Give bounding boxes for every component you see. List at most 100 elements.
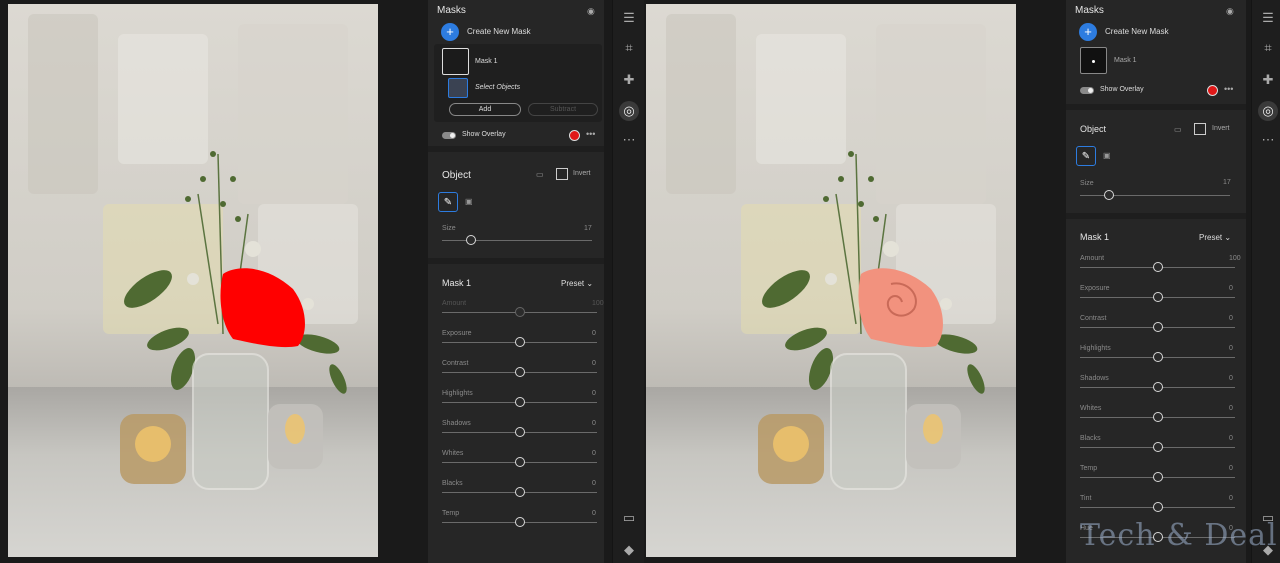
size-value: 17 bbox=[1223, 179, 1231, 186]
slider-knob[interactable] bbox=[1152, 412, 1163, 422]
slider-value: 0 bbox=[592, 390, 596, 397]
slider-knob[interactable] bbox=[1152, 502, 1163, 512]
mask-item-label[interactable]: Mask 1 bbox=[475, 58, 498, 65]
adjustment-slider[interactable] bbox=[442, 367, 597, 377]
comment-icon[interactable]: ▭ bbox=[619, 508, 639, 528]
slider-label: Highlights bbox=[442, 390, 473, 397]
slider-knob[interactable] bbox=[514, 397, 525, 407]
create-new-mask-button[interactable]: Create New Mask bbox=[467, 27, 531, 36]
slider-knob[interactable] bbox=[514, 367, 525, 377]
adjustment-slider[interactable] bbox=[1080, 322, 1235, 332]
more-icon[interactable]: ••• bbox=[1224, 84, 1233, 94]
preset-label: Preset bbox=[561, 279, 585, 288]
slider-value: 0 bbox=[1229, 435, 1233, 442]
adjustment-slider[interactable] bbox=[1080, 502, 1235, 512]
invert-icon[interactable] bbox=[1194, 123, 1206, 135]
crop-icon[interactable]: ⌗ bbox=[1258, 38, 1278, 58]
size-slider[interactable] bbox=[1080, 190, 1230, 200]
sliders-icon[interactable]: ☰ bbox=[619, 8, 639, 28]
adjustment-slider[interactable] bbox=[1080, 382, 1235, 392]
slider-knob[interactable] bbox=[1152, 292, 1163, 302]
overlay-color-swatch[interactable] bbox=[1207, 85, 1218, 96]
mask-title: Mask 1 bbox=[1080, 232, 1110, 242]
adjustment-slider[interactable] bbox=[1080, 412, 1235, 422]
comment-icon[interactable]: ▭ bbox=[1174, 125, 1182, 134]
slider-knob[interactable] bbox=[1152, 262, 1163, 272]
bandage-icon[interactable]: ✚ bbox=[619, 70, 639, 90]
adjustment-slider[interactable] bbox=[1080, 442, 1235, 452]
sliders-icon[interactable]: ☰ bbox=[1258, 8, 1278, 28]
subtract-button[interactable]: Subtract bbox=[528, 103, 598, 116]
show-overlay-toggle[interactable] bbox=[442, 132, 456, 139]
more-icon[interactable]: ⋯ bbox=[619, 130, 639, 150]
preset-dropdown[interactable]: Preset ⌄ bbox=[1199, 233, 1231, 242]
eye-icon[interactable]: ◉ bbox=[1226, 6, 1234, 17]
slider-knob[interactable] bbox=[1152, 322, 1163, 332]
adjustment-slider[interactable] bbox=[1080, 262, 1235, 272]
invert-icon[interactable] bbox=[556, 168, 568, 180]
slider-value: 0 bbox=[1229, 465, 1233, 472]
select-objects-thumbnail[interactable] bbox=[448, 78, 468, 98]
adjustment-slider[interactable] bbox=[442, 397, 597, 407]
brush-icon[interactable]: ✎ bbox=[438, 192, 458, 212]
eye-icon[interactable]: ◉ bbox=[587, 6, 595, 17]
mask-item-label[interactable]: Mask 1 bbox=[1114, 57, 1137, 64]
bandage-icon[interactable]: ✚ bbox=[1258, 70, 1278, 90]
adjustment-slider[interactable] bbox=[442, 487, 597, 497]
mask-title: Mask 1 bbox=[442, 278, 472, 288]
slider-knob[interactable] bbox=[1152, 352, 1163, 362]
photo-left[interactable] bbox=[8, 4, 378, 557]
adjustment-slider[interactable] bbox=[442, 427, 597, 437]
slider-value: 0 bbox=[1229, 375, 1233, 382]
invert-label[interactable]: Invert bbox=[1212, 125, 1230, 132]
plus-icon[interactable]: + bbox=[1079, 23, 1097, 41]
adjustment-slider[interactable] bbox=[442, 337, 597, 347]
overlay-color-swatch[interactable] bbox=[569, 130, 580, 141]
slider-knob[interactable] bbox=[514, 487, 525, 497]
slider-knob[interactable] bbox=[1152, 472, 1163, 482]
add-button[interactable]: Add bbox=[449, 103, 521, 116]
app-window: Masks ◉ + Create New Mask Mask 1 Select … bbox=[0, 0, 1280, 563]
mask-icon[interactable]: ◎ bbox=[1258, 101, 1278, 121]
crop-icon[interactable]: ⌗ bbox=[619, 38, 639, 58]
slider-label: Shadows bbox=[442, 420, 471, 427]
adjustment-slider[interactable] bbox=[1080, 292, 1235, 302]
object-title: Object bbox=[442, 170, 471, 181]
slider-knob[interactable] bbox=[1152, 442, 1163, 452]
slider-knob[interactable] bbox=[1152, 382, 1163, 392]
chevron-down-icon: ⌄ bbox=[1224, 233, 1232, 242]
tool-rail-left: ☰ ⌗ ✚ ◎ ⋯ ▭ ◆ bbox=[612, 0, 644, 563]
select-objects-label[interactable]: Select Objects bbox=[475, 84, 520, 91]
adjustment-slider[interactable] bbox=[442, 457, 597, 467]
tag-icon[interactable]: ◆ bbox=[619, 540, 639, 560]
slider-knob[interactable] bbox=[514, 517, 525, 527]
erase-icon[interactable]: ▣ bbox=[1103, 151, 1111, 160]
invert-label[interactable]: Invert bbox=[573, 170, 591, 177]
mask-thumbnail[interactable] bbox=[1080, 47, 1107, 74]
brush-icon[interactable]: ✎ bbox=[1076, 146, 1096, 166]
erase-icon[interactable]: ▣ bbox=[465, 197, 473, 206]
object-title: Object bbox=[1080, 124, 1107, 134]
more-icon[interactable]: ⋯ bbox=[1258, 130, 1278, 150]
mask-icon[interactable]: ◎ bbox=[619, 101, 639, 121]
slider-knob[interactable] bbox=[514, 427, 525, 437]
size-value: 17 bbox=[584, 225, 592, 232]
comment-icon[interactable]: ▭ bbox=[536, 170, 544, 179]
plus-icon[interactable]: + bbox=[441, 23, 459, 41]
create-new-mask-button[interactable]: Create New Mask bbox=[1105, 27, 1169, 36]
preset-dropdown[interactable]: Preset ⌄ bbox=[561, 279, 593, 288]
more-icon[interactable]: ••• bbox=[586, 129, 595, 139]
adjustment-slider[interactable] bbox=[1080, 352, 1235, 362]
slider-knob[interactable] bbox=[514, 457, 525, 467]
adjustment-slider[interactable] bbox=[1080, 472, 1235, 482]
adjustment-slider[interactable] bbox=[442, 517, 597, 527]
show-overlay-toggle[interactable] bbox=[1080, 87, 1094, 94]
size-label: Size bbox=[1080, 180, 1094, 187]
slider-knob[interactable] bbox=[514, 307, 525, 317]
mask-thumbnail[interactable] bbox=[442, 48, 469, 75]
slider-knob[interactable] bbox=[514, 337, 525, 347]
adjustment-slider[interactable] bbox=[442, 307, 597, 317]
photo-right[interactable] bbox=[646, 4, 1016, 557]
slider-value: 0 bbox=[592, 420, 596, 427]
size-slider[interactable] bbox=[442, 235, 592, 245]
